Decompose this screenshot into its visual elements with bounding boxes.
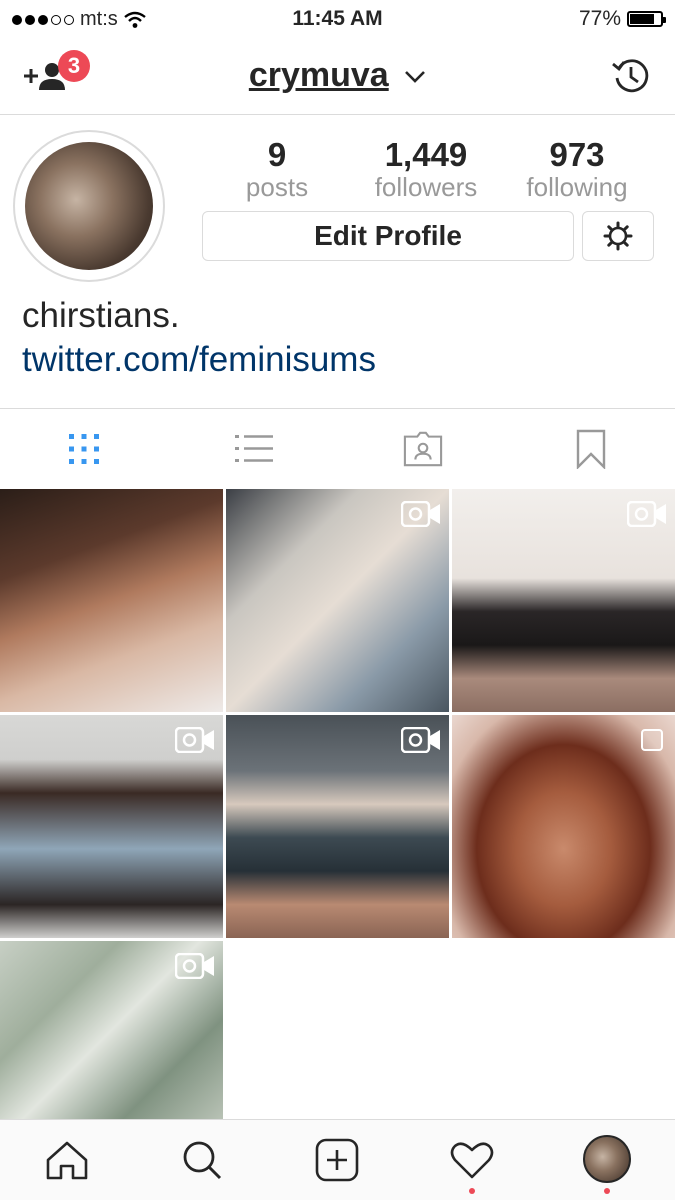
followers-value: 1,449 — [384, 136, 468, 173]
battery-area: 77% — [578, 7, 666, 31]
battery-icon — [627, 11, 666, 27]
username-switcher[interactable]: crymuva — [0, 56, 675, 95]
post-thumbnail[interactable] — [226, 715, 449, 938]
tab-grid[interactable] — [64, 429, 104, 469]
video-camera-icon — [627, 501, 666, 527]
tagged-icon — [403, 431, 443, 467]
post-thumbnail[interactable] — [452, 715, 675, 938]
saved-bookmark-icon — [576, 429, 606, 469]
activity-indicator-dot — [469, 1188, 475, 1194]
profile-tabs — [0, 408, 675, 489]
profile-photo — [25, 142, 153, 270]
tab-list[interactable] — [234, 429, 274, 469]
following-value: 973 — [549, 136, 605, 173]
tab-saved[interactable] — [571, 429, 611, 469]
username-title: crymuva — [248, 56, 389, 94]
bottom-tab-bar — [0, 1119, 675, 1200]
home-icon — [46, 1141, 88, 1180]
post-thumbnail[interactable] — [0, 489, 223, 712]
tab-activity[interactable] — [450, 1138, 494, 1182]
options-button[interactable] — [582, 211, 654, 261]
profile-indicator-dot — [604, 1188, 610, 1194]
followers-count[interactable]: 1,449 followers — [360, 136, 492, 203]
heart-icon — [450, 1142, 494, 1179]
video-camera-icon — [175, 953, 214, 979]
bio-name: chirstians. — [22, 296, 180, 335]
posts-count: 9 posts — [232, 136, 322, 203]
post-thumbnail[interactable] — [226, 489, 449, 712]
video-camera-icon — [401, 727, 440, 753]
profile-header: 3 crymuva — [0, 38, 675, 115]
tab-new-post[interactable] — [315, 1138, 359, 1182]
posts-value: 9 — [267, 136, 287, 173]
chevron-down-icon — [405, 71, 426, 83]
tab-search[interactable] — [180, 1138, 224, 1182]
tab-tagged[interactable] — [403, 429, 443, 469]
video-camera-icon — [401, 501, 440, 527]
tab-home[interactable] — [45, 1138, 89, 1182]
battery-percent: 77% — [578, 7, 621, 30]
list-icon — [235, 435, 273, 462]
gear-icon — [603, 221, 633, 251]
status-bar: mt:s 11:45 AM 77% — [0, 0, 675, 38]
post-thumbnail[interactable] — [0, 941, 223, 1119]
history-clock-icon — [612, 59, 649, 93]
video-camera-icon — [175, 727, 214, 753]
grid-icon — [69, 434, 99, 464]
post-thumbnail[interactable] — [452, 489, 675, 712]
edit-profile-button[interactable]: Edit Profile — [202, 211, 574, 261]
following-count[interactable]: 973 following — [512, 136, 642, 203]
clock: 11:45 AM — [292, 7, 383, 30]
archive-button[interactable] — [611, 56, 651, 101]
posts-label: posts — [245, 172, 309, 202]
post-thumbnail[interactable] — [0, 715, 223, 938]
add-post-icon — [315, 1138, 359, 1182]
followers-label: followers — [374, 172, 478, 202]
profile-avatar-icon — [583, 1135, 631, 1183]
tab-profile[interactable] — [582, 1134, 632, 1184]
bio-link[interactable]: twitter.com/feminisums — [22, 340, 376, 380]
search-icon — [183, 1141, 222, 1180]
profile-avatar-large[interactable] — [13, 130, 165, 282]
following-label: following — [526, 172, 628, 202]
carousel-icon — [641, 729, 663, 751]
